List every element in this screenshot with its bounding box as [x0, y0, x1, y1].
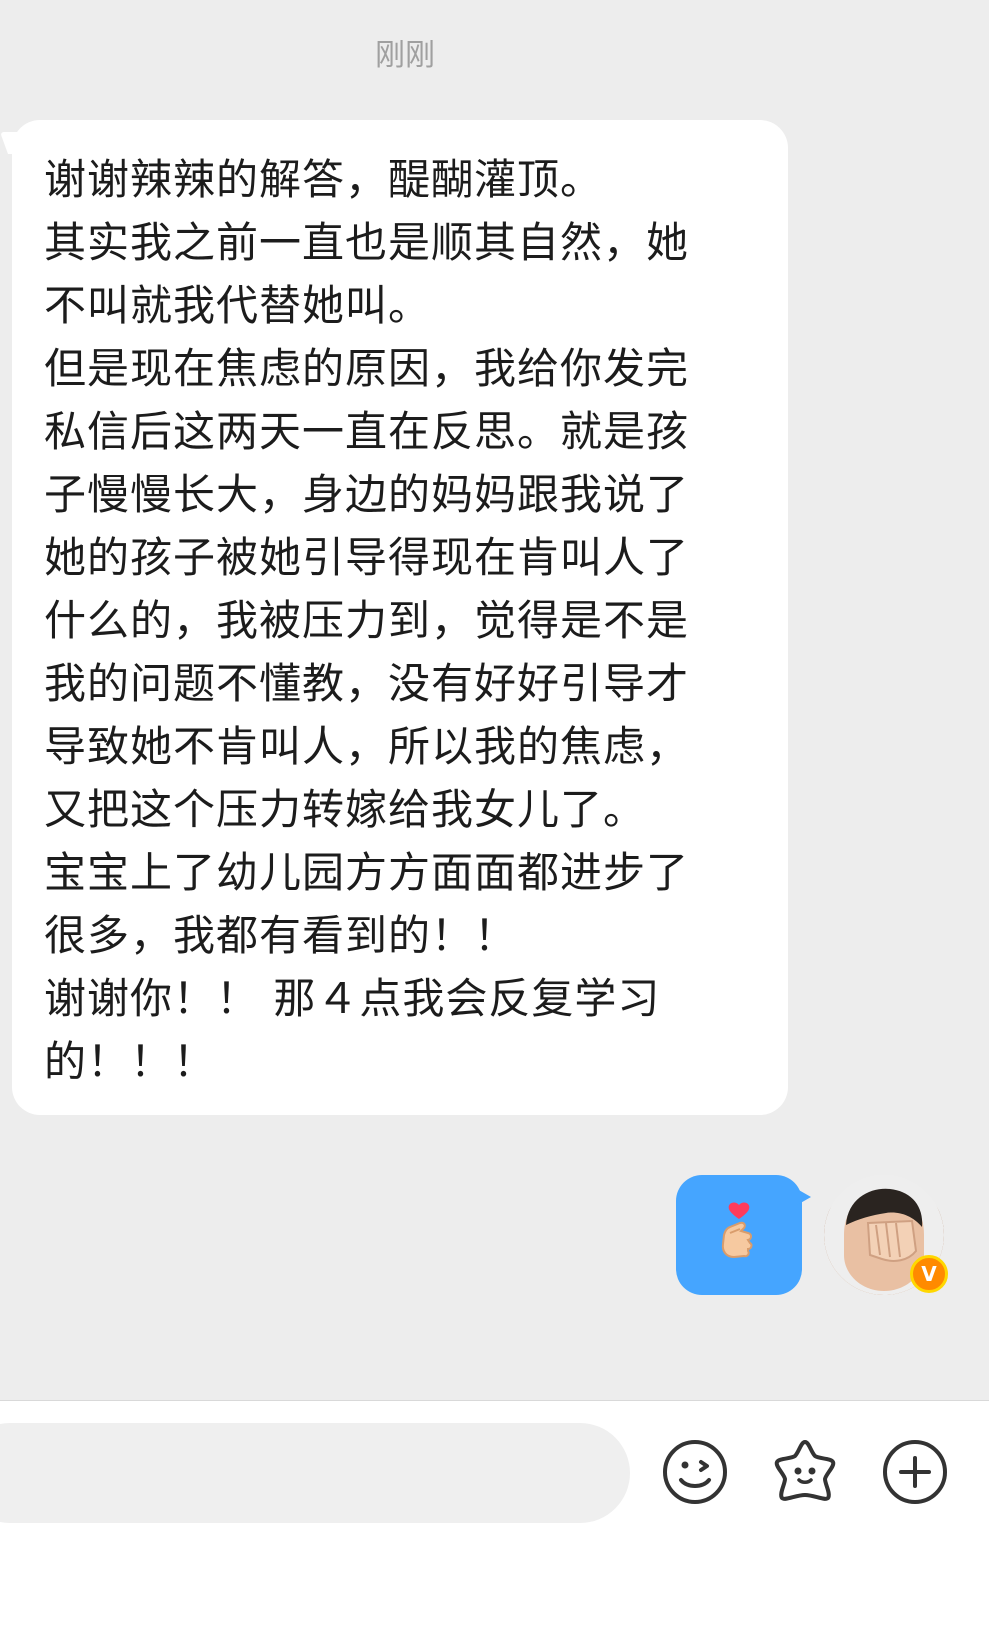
- finger-heart-emoji-icon: [712, 1201, 766, 1269]
- message-line: 我的问题不懂教，没有好好引导才: [44, 659, 690, 708]
- emoji-icon: [659, 1436, 731, 1512]
- message-line: 子慢慢长大，身边的妈妈跟我说了: [44, 470, 690, 519]
- message-list[interactable]: 刚刚 谢谢辣辣的解答，醍醐灌顶。 其实我之前一直也是顺其自然，她 不叫就我代替她…: [0, 0, 989, 1400]
- emoji-button[interactable]: [658, 1437, 732, 1511]
- message-line: 私信后这两天一直在反思。就是孩: [44, 407, 690, 456]
- message-line: 的！！！: [44, 1037, 217, 1086]
- sticker-icon: [769, 1436, 841, 1512]
- message-line: 谢谢辣辣的解答，醍醐灌顶。: [44, 155, 604, 204]
- message-line: 其实我之前一直也是顺其自然，她: [44, 218, 690, 267]
- verified-badge-icon: V: [910, 1255, 948, 1293]
- chat-screen: 刚刚 谢谢辣辣的解答，醍醐灌顶。 其实我之前一直也是顺其自然，她 不叫就我代替她…: [0, 0, 989, 1651]
- message-line: 很多，我都有看到的！！: [44, 911, 518, 960]
- message-line: 谢谢你！！ 那４点我会反复学习: [44, 974, 661, 1023]
- message-line: 又把这个压力转嫁给我女儿了。: [44, 785, 647, 834]
- message-line: 不叫就我代替她叫。: [44, 281, 432, 330]
- message-line: 她的孩子被她引导得现在肯叫人了: [44, 533, 690, 582]
- message-line: 导致她不肯叫人，所以我的焦虑，: [44, 722, 690, 771]
- incoming-message-bubble[interactable]: 谢谢辣辣的解答，醍醐灌顶。 其实我之前一直也是顺其自然，她 不叫就我代替她叫。 …: [12, 120, 788, 1115]
- plus-icon: [879, 1436, 951, 1512]
- message-line: 宝宝上了幼儿园方方面面都进步了: [44, 848, 690, 897]
- message-line: 什么的，我被压力到，觉得是不是: [44, 596, 690, 645]
- message-line: 但是现在焦虑的原因，我给你发完: [44, 344, 690, 393]
- input-bar: [0, 1401, 989, 1651]
- badge-label: V: [921, 1262, 937, 1286]
- sticker-button[interactable]: [768, 1437, 842, 1511]
- avatar[interactable]: V: [824, 1175, 948, 1295]
- outgoing-message-bubble[interactable]: [676, 1175, 811, 1295]
- message-timestamp: 刚刚: [375, 38, 435, 73]
- plus-button[interactable]: [878, 1437, 952, 1511]
- outgoing-message-row: V: [676, 1175, 948, 1295]
- message-input[interactable]: [0, 1423, 630, 1523]
